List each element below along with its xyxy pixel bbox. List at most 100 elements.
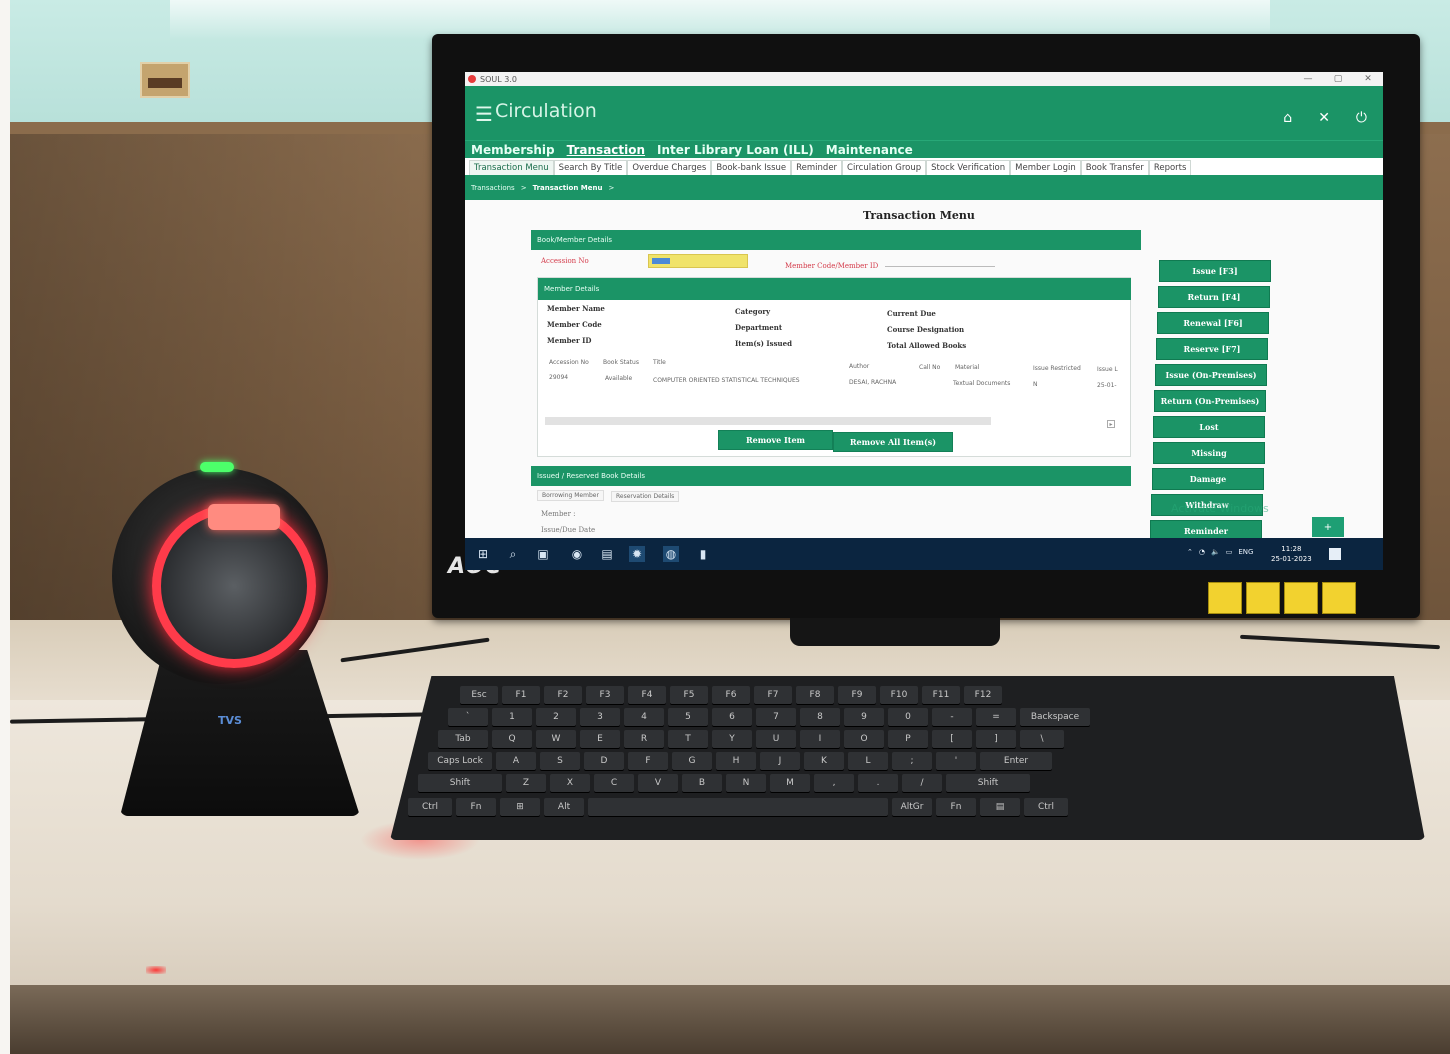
keyboard-key[interactable]: ; (892, 752, 932, 770)
minimize-button[interactable]: — (1293, 72, 1323, 86)
keyboard-key[interactable]: E (580, 730, 620, 748)
remove-all-items-button[interactable]: Remove All Item(s) (833, 432, 953, 452)
display-icon[interactable]: ▭ (1226, 548, 1233, 556)
tab-book-transfer[interactable]: Book Transfer (1080, 160, 1149, 175)
keyboard-key[interactable]: 7 (756, 708, 796, 726)
keyboard-key[interactable]: - (932, 708, 972, 726)
keyboard-key[interactable]: 9 (844, 708, 884, 726)
windows-start-icon[interactable]: ⊞ (475, 546, 491, 562)
keyboard-key[interactable]: Y (712, 730, 752, 748)
table-cell[interactable]: 29094 (549, 374, 568, 381)
renewal-button[interactable]: Renewal [F6] (1157, 312, 1269, 334)
keyboard-key[interactable]: T (668, 730, 708, 748)
network-icon[interactable]: ◔ (1199, 548, 1205, 556)
return-button[interactable]: Return [F4] (1158, 286, 1270, 308)
reserve-button[interactable]: Reserve [F7] (1156, 338, 1268, 360)
keyboard-key[interactable]: Ctrl (1024, 798, 1068, 816)
task-view-icon[interactable]: ▣ (535, 546, 551, 562)
keyboard-key[interactable]: Tab (438, 730, 488, 748)
settings-icon[interactable]: ✹ (629, 546, 645, 562)
keyboard-key[interactable]: Enter (980, 752, 1052, 770)
keyboard-key[interactable]: Backspace (1020, 708, 1090, 726)
keyboard-key[interactable]: 1 (492, 708, 532, 726)
damage-button[interactable]: Damage (1152, 468, 1264, 490)
keyboard-key[interactable]: [ (932, 730, 972, 748)
keyboard-key[interactable]: \ (1020, 730, 1064, 748)
accession-no-input[interactable] (648, 254, 748, 268)
keyboard-key[interactable]: 8 (800, 708, 840, 726)
keyboard-key[interactable]: Z (506, 774, 546, 792)
keyboard-key[interactable]: Ctrl (408, 798, 452, 816)
keyboard-key[interactable]: O (844, 730, 884, 748)
tab-borrowing-member[interactable]: Borrowing Member (537, 490, 604, 501)
keyboard-key[interactable]: F12 (964, 686, 1002, 704)
keyboard-key[interactable]: U (756, 730, 796, 748)
keyboard-key[interactable]: ' (936, 752, 976, 770)
return-on-premises-button[interactable]: Return (On-Premises) (1154, 390, 1266, 412)
keyboard-key[interactable]: L (848, 752, 888, 770)
taskbar-clock[interactable]: 11:28 25-01-2023 (1271, 544, 1312, 564)
keyboard-key[interactable]: F6 (712, 686, 750, 704)
language-indicator[interactable]: ENG (1238, 548, 1253, 556)
tab-reports[interactable]: Reports (1148, 160, 1192, 175)
keyboard-key[interactable]: V (638, 774, 678, 792)
breadcrumb-root[interactable]: Transactions (471, 184, 515, 192)
keyboard-key[interactable]: F3 (586, 686, 624, 704)
keyboard-key[interactable]: Q (492, 730, 532, 748)
table-cell[interactable]: COMPUTER ORIENTED STATISTICAL TECHNIQUES (653, 377, 800, 384)
keyboard-key[interactable]: F9 (838, 686, 876, 704)
keyboard-key[interactable]: H (716, 752, 756, 770)
keyboard-key[interactable]: R (624, 730, 664, 748)
keyboard-key[interactable]: 6 (712, 708, 752, 726)
missing-button[interactable]: Missing (1153, 442, 1265, 464)
notification-icon[interactable] (1329, 548, 1341, 560)
tab-member-login[interactable]: Member Login (1010, 160, 1081, 175)
member-code-input[interactable] (885, 266, 995, 267)
keyboard-key[interactable]: K (804, 752, 844, 770)
keyboard-key[interactable]: D (584, 752, 624, 770)
keyboard-key[interactable]: F8 (796, 686, 834, 704)
table-cell[interactable]: 25-01- (1097, 382, 1117, 389)
keyboard-key[interactable]: I (800, 730, 840, 748)
keyboard-key[interactable]: C (594, 774, 634, 792)
keyboard-key[interactable]: , (814, 774, 854, 792)
keyboard-key[interactable]: ` (448, 708, 488, 726)
tab-overdue-charges[interactable]: Overdue Charges (627, 160, 712, 175)
file-explorer-icon[interactable]: ▤ (599, 546, 615, 562)
keyboard-key[interactable]: W (536, 730, 576, 748)
keyboard-key[interactable]: M (770, 774, 810, 792)
keyboard-key[interactable]: P (888, 730, 928, 748)
remove-item-button[interactable]: Remove Item (718, 430, 833, 450)
keyboard-key[interactable]: ▤ (980, 798, 1020, 816)
nav-transaction[interactable]: Transaction (567, 143, 645, 157)
keyboard-key[interactable]: Esc (460, 686, 498, 704)
floating-add-button[interactable]: + (1312, 517, 1344, 537)
keyboard-key[interactable]: A (496, 752, 536, 770)
keyboard-key[interactable]: X (550, 774, 590, 792)
tab-circulation-group[interactable]: Circulation Group (842, 160, 927, 175)
tab-book-bank-issue[interactable]: Book-bank Issue (711, 160, 792, 175)
issue-button[interactable]: Issue [F3] (1159, 260, 1271, 282)
keyboard-key[interactable]: F (628, 752, 668, 770)
hamburger-menu-icon[interactable]: ☰ (475, 102, 493, 126)
table-cell[interactable]: DESAI, RACHNA (849, 379, 896, 386)
keyboard-key[interactable]: 3 (580, 708, 620, 726)
keyboard-key[interactable]: 4 (624, 708, 664, 726)
tab-transaction-menu[interactable]: Transaction Menu (469, 160, 554, 175)
keyboard-key[interactable]: F7 (754, 686, 792, 704)
keyboard-key[interactable]: 2 (536, 708, 576, 726)
keyboard-key[interactable]: F1 (502, 686, 540, 704)
tab-reservation-details[interactable]: Reservation Details (611, 491, 680, 502)
table-cell[interactable]: Available (605, 375, 632, 382)
edge-browser-icon[interactable]: ◉ (569, 546, 585, 562)
power-icon[interactable]: ⏻ (1356, 110, 1367, 126)
keyboard-key[interactable]: F11 (922, 686, 960, 704)
maximize-button[interactable]: ▢ (1323, 72, 1353, 86)
table-cell[interactable]: N (1033, 381, 1038, 388)
keyboard-key[interactable]: F10 (880, 686, 918, 704)
keyboard-key[interactable]: 0 (888, 708, 928, 726)
keyboard-key[interactable]: = (976, 708, 1016, 726)
tab-reminder[interactable]: Reminder (791, 160, 843, 175)
keyboard-key[interactable]: ⊞ (500, 798, 540, 816)
keyboard-key[interactable]: F2 (544, 686, 582, 704)
